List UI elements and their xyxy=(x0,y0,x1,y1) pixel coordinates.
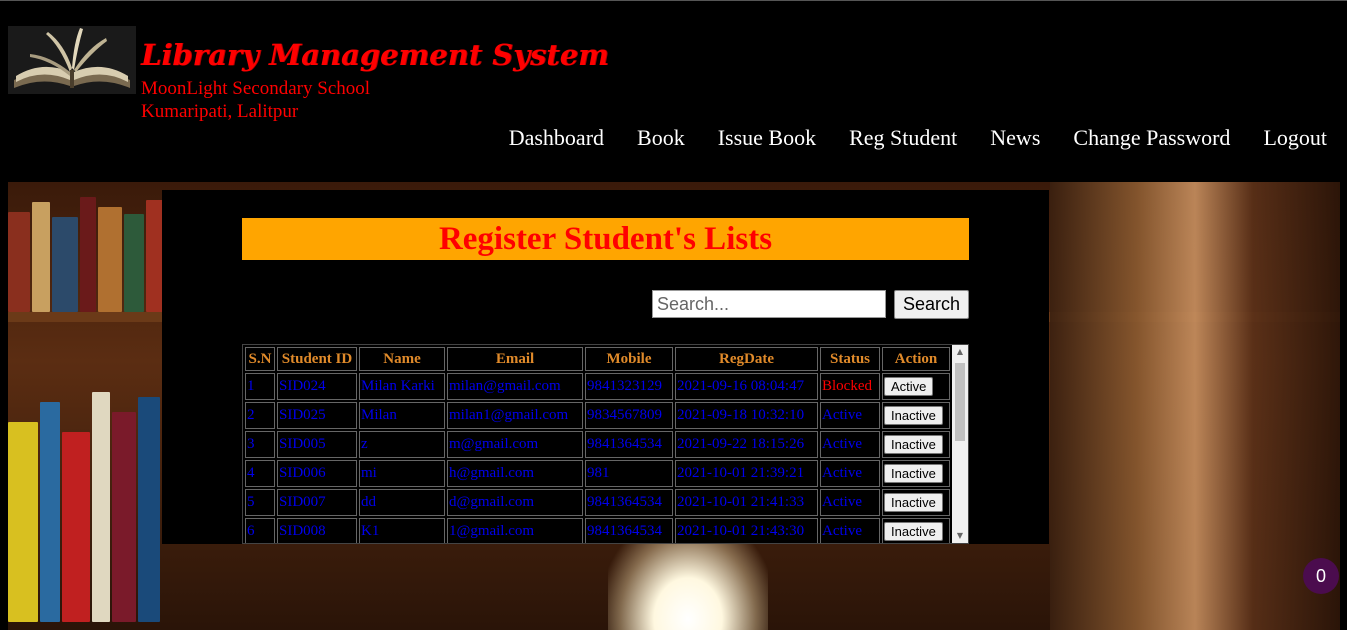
search-input[interactable] xyxy=(652,290,886,318)
notification-badge[interactable]: 0 xyxy=(1303,558,1339,594)
cell-name: dd xyxy=(359,489,445,516)
cell-action: Inactive xyxy=(882,489,950,516)
cell-sn: 4 xyxy=(245,460,275,487)
cell-mobile: 9841364534 xyxy=(585,431,673,458)
cell-mobile: 9841364534 xyxy=(585,518,673,543)
col-name: Name xyxy=(359,347,445,371)
col-action: Action xyxy=(882,347,950,371)
cell-status: Blocked xyxy=(820,373,880,400)
cell-name: Milan Karki xyxy=(359,373,445,400)
cell-action: Inactive xyxy=(882,518,950,543)
cell-name: Milan xyxy=(359,402,445,429)
cell-student-id: SID006 xyxy=(277,460,357,487)
bookshelf-right xyxy=(1050,182,1340,630)
cell-regdate: 2021-09-18 10:32:10 xyxy=(675,402,818,429)
cell-regdate: 2021-10-01 21:39:21 xyxy=(675,460,818,487)
cell-email: milan@gmail.com xyxy=(447,373,583,400)
student-table: S.N Student ID Name Email Mobile RegDate… xyxy=(243,345,952,543)
table-row: 1 SID024 Milan Karki milan@gmail.com 984… xyxy=(245,373,950,400)
cell-sn: 6 xyxy=(245,518,275,543)
cell-student-id: SID005 xyxy=(277,431,357,458)
cell-mobile: 9841323129 xyxy=(585,373,673,400)
cell-name: z xyxy=(359,431,445,458)
cell-mobile: 9834567809 xyxy=(585,402,673,429)
cell-action: Inactive xyxy=(882,431,950,458)
cell-email: milan1@gmail.com xyxy=(447,402,583,429)
deactivate-button[interactable]: Inactive xyxy=(884,435,943,454)
cell-mobile: 9841364534 xyxy=(585,489,673,516)
cell-regdate: 2021-09-16 08:04:47 xyxy=(675,373,818,400)
nav-reg-student[interactable]: Reg Student xyxy=(816,124,957,152)
triangle-up-icon[interactable]: ▲ xyxy=(952,345,968,359)
scrollbar-thumb[interactable] xyxy=(955,363,965,441)
deactivate-button[interactable]: Inactive xyxy=(884,493,943,512)
app-title: Library Management System xyxy=(141,38,609,72)
table-row: 2 SID025 Milan milan1@gmail.com 98345678… xyxy=(245,402,950,429)
cell-action: Inactive xyxy=(882,402,950,429)
cell-status: Active xyxy=(820,489,880,516)
table-row: 6 SID008 K1 1@gmail.com 9841364534 2021-… xyxy=(245,518,950,543)
cell-regdate: 2021-10-01 21:43:30 xyxy=(675,518,818,543)
cell-sn: 5 xyxy=(245,489,275,516)
cell-mobile: 981 xyxy=(585,460,673,487)
nav-issue-book[interactable]: Issue Book xyxy=(685,124,816,152)
deactivate-button[interactable]: Inactive xyxy=(884,406,943,425)
student-table-container[interactable]: S.N Student ID Name Email Mobile RegDate… xyxy=(242,344,969,544)
nav-book[interactable]: Book xyxy=(604,124,685,152)
cell-action: Inactive xyxy=(882,460,950,487)
cell-regdate: 2021-09-22 18:15:26 xyxy=(675,431,818,458)
school-address: Kumaripati, Lalitpur xyxy=(141,101,299,122)
cell-status: Active xyxy=(820,431,880,458)
deactivate-button[interactable]: Inactive xyxy=(884,522,943,541)
cell-email: 1@gmail.com xyxy=(447,518,583,543)
table-row: 3 SID005 z m@gmail.com 9841364534 2021-0… xyxy=(245,431,950,458)
cell-regdate: 2021-10-01 21:41:33 xyxy=(675,489,818,516)
table-row: 4 SID006 mi h@gmail.com 981 2021-10-01 2… xyxy=(245,460,950,487)
window-top-border xyxy=(0,0,1347,1)
page-heading-banner: Register Student's Lists xyxy=(242,218,969,260)
cell-status: Active xyxy=(820,518,880,543)
search-button[interactable]: Search xyxy=(894,290,969,319)
nav-news[interactable]: News xyxy=(957,124,1040,152)
activate-button[interactable]: Active xyxy=(884,377,934,396)
table-scrollbar[interactable]: ▲ ▼ xyxy=(952,345,968,543)
cell-status: Active xyxy=(820,402,880,429)
cell-student-id: SID008 xyxy=(277,518,357,543)
main-panel: Register Student's Lists Search S.N Stud… xyxy=(162,190,1049,544)
open-book-icon xyxy=(8,26,136,94)
cell-email: d@gmail.com xyxy=(447,489,583,516)
cell-sn: 1 xyxy=(245,373,275,400)
col-regdate: RegDate xyxy=(675,347,818,371)
page-title: Register Student's Lists xyxy=(438,220,773,257)
deactivate-button[interactable]: Inactive xyxy=(884,464,943,483)
col-status: Status xyxy=(820,347,880,371)
cell-name: K1 xyxy=(359,518,445,543)
cell-email: m@gmail.com xyxy=(447,431,583,458)
school-name: MoonLight Secondary School xyxy=(141,78,371,99)
col-sn: S.N xyxy=(245,347,275,371)
table-header-row: S.N Student ID Name Email Mobile RegDate… xyxy=(245,347,950,371)
cell-status: Active xyxy=(820,460,880,487)
nav-logout[interactable]: Logout xyxy=(1230,124,1327,152)
triangle-down-icon[interactable]: ▼ xyxy=(952,529,968,543)
col-student-id: Student ID xyxy=(277,347,357,371)
cell-sn: 3 xyxy=(245,431,275,458)
cell-sn: 2 xyxy=(245,402,275,429)
cell-email: h@gmail.com xyxy=(447,460,583,487)
table-row: 5 SID007 dd d@gmail.com 9841364534 2021-… xyxy=(245,489,950,516)
col-email: Email xyxy=(447,347,583,371)
col-mobile: Mobile xyxy=(585,347,673,371)
cell-student-id: SID007 xyxy=(277,489,357,516)
cell-name: mi xyxy=(359,460,445,487)
nav-change-password[interactable]: Change Password xyxy=(1040,124,1230,152)
cell-student-id: SID024 xyxy=(277,373,357,400)
cell-student-id: SID025 xyxy=(277,402,357,429)
main-nav: Dashboard Book Issue Book Reg Student Ne… xyxy=(476,124,1327,152)
nav-dashboard[interactable]: Dashboard xyxy=(476,124,604,152)
cell-action: Active xyxy=(882,373,950,400)
